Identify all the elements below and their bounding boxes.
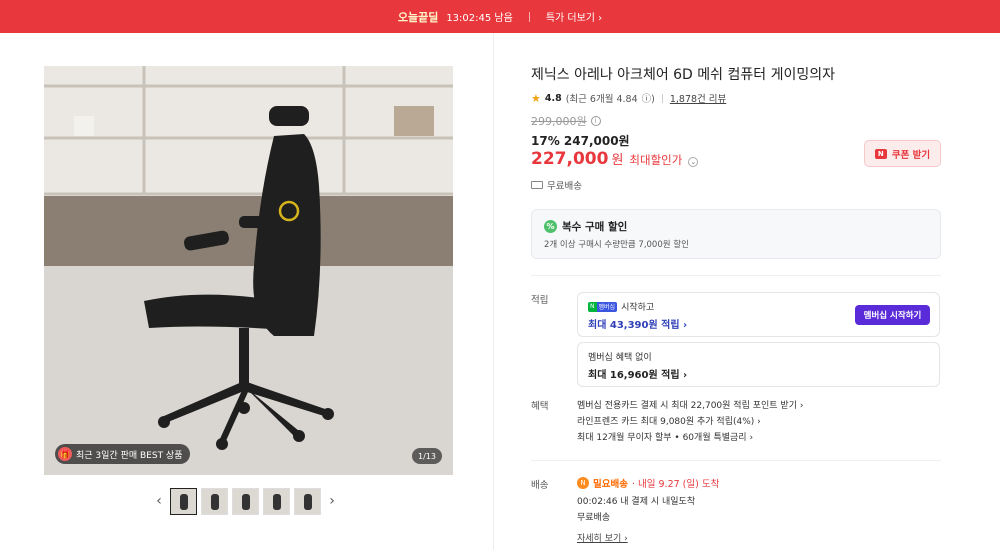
divider xyxy=(528,11,530,22)
final-price-row: 227,000 원 최대할인가 ⌄ xyxy=(531,149,699,169)
chair-photo xyxy=(44,66,453,475)
shipping-free-row: 무료배송 xyxy=(531,178,582,192)
thumbnail-1[interactable] xyxy=(170,487,197,515)
nonmember-max-points-link[interactable]: 최대 16,960원 적립 › xyxy=(588,366,687,381)
benefit-item[interactable]: 라인프렌즈 카드 최대 9,080원 추가 적립(4%) › xyxy=(577,414,761,427)
more-deals-link[interactable]: 특가 더보기 › xyxy=(546,9,602,24)
thumbnail-3[interactable] xyxy=(232,487,259,515)
thumbnail-2[interactable] xyxy=(201,487,228,515)
shipping-free-text: 무료배송 xyxy=(547,181,582,192)
prev-image-button[interactable]: ‹ xyxy=(152,493,166,509)
multi-buy-title: 복수 구매 할인 xyxy=(562,221,628,233)
delivery-cutoff: 00:02:46 내 결제 시 내일도착 xyxy=(577,497,696,507)
star-icon: ★ xyxy=(531,91,541,105)
naver-logo-icon: N xyxy=(874,148,887,159)
badge-text: 최근 3일간 판매 BEST 상품 xyxy=(76,450,183,461)
image-counter: 1/13 xyxy=(412,448,442,464)
rating-score: 4.8 xyxy=(544,92,562,104)
original-price-row: 299,000원 i xyxy=(531,113,601,129)
membership-points-box: N 멤버십 시작하고 최대 43,390원 적립 › 멤버십 시작하기 xyxy=(577,292,940,337)
original-price: 299,000원 xyxy=(531,115,587,128)
divider xyxy=(661,93,663,103)
multi-buy-title-row: % 복수 구매 할인 xyxy=(544,219,627,234)
percent-icon: % xyxy=(544,220,557,233)
next-image-button[interactable]: › xyxy=(325,493,339,509)
main-product-image[interactable] xyxy=(44,66,453,475)
column-divider xyxy=(493,33,494,550)
sale-price: 17% 247,000원 xyxy=(531,134,630,148)
coupon-label: 쿠폰 받기 xyxy=(891,149,931,161)
delivery-type: 밀요배송 xyxy=(593,479,628,490)
product-title: 제닉스 아레나 아크체어 6D 메쉬 컴퓨터 게이밍의자 xyxy=(531,67,835,83)
chevron-down-icon[interactable]: ⌄ xyxy=(688,157,699,167)
info-icon[interactable]: i xyxy=(590,116,601,126)
nonmember-points-box: 멤버십 혜택 없이 최대 16,960원 적립 › xyxy=(577,342,940,387)
benefit-item[interactable]: 최대 12개월 무이자 할부 • 60개월 특별금리 › xyxy=(577,430,753,443)
final-price-unit: 원 xyxy=(611,153,624,168)
deal-timer: 13:02:45 남음 xyxy=(446,13,513,24)
start-membership-button[interactable]: 멤버십 시작하기 xyxy=(855,305,930,325)
membership-max-points-link[interactable]: 최대 43,390원 적립 › xyxy=(588,316,687,331)
membership-start-text: 시작하고 xyxy=(621,303,655,313)
benefit-item[interactable]: 멤버십 전용카드 결제 시 최대 22,700원 적립 포인트 받기 › xyxy=(577,398,803,411)
rating-recent: (최근 6개월 4.84 xyxy=(565,94,638,105)
gift-icon: 🎁 xyxy=(58,447,72,461)
coupon-button[interactable]: N 쿠폰 받기 xyxy=(864,140,941,167)
membership-logo-icon: N 멤버십 xyxy=(588,301,618,312)
delivery-type-row: N 밀요배송 · 내일 9.27 (일) 도착 xyxy=(577,476,719,490)
deal-label: 오늘끝딜 xyxy=(397,10,439,24)
thumbnail-5[interactable] xyxy=(294,487,321,515)
nonmember-text: 멤버십 혜택 없이 xyxy=(588,353,652,363)
multi-buy-desc: 2개 이상 구매시 수량만큼 7,000원 할인 xyxy=(544,240,689,250)
delivery-details-link[interactable]: 자세히 보기 › xyxy=(577,531,628,544)
membership-start-row: N 멤버십 시작하고 xyxy=(588,300,654,313)
thumbnail-strip: ‹ › xyxy=(152,486,339,516)
delivery-badge-icon: N xyxy=(577,477,589,489)
promo-bar: 오늘끝딜 13:02:45 남음 특가 더보기 › xyxy=(0,0,1000,33)
reviews-link[interactable]: 1,878건 리뷰 xyxy=(670,91,726,105)
multi-buy-discount-box: % 복수 구매 할인 2개 이상 구매시 수량만큼 7,000원 할인 xyxy=(531,209,941,259)
rating-info-icon[interactable]: ⓘ) xyxy=(642,91,655,105)
divider xyxy=(531,460,941,461)
delivery-free: 무료배송 xyxy=(577,513,611,523)
benefits-label: 혜택 xyxy=(531,401,549,412)
truck-icon xyxy=(531,181,543,189)
delivery-label: 배송 xyxy=(531,480,549,491)
divider xyxy=(531,275,941,276)
rating-row: ★ 4.8 (최근 6개월 4.84 ⓘ) 1,878건 리뷰 xyxy=(531,91,726,106)
thumbnail-4[interactable] xyxy=(263,487,290,515)
best-seller-badge: 🎁 최근 3일간 판매 BEST 상품 xyxy=(55,444,191,464)
final-price: 227,000 xyxy=(531,149,609,169)
points-label: 적립 xyxy=(531,295,549,306)
max-discount-label[interactable]: 최대할인가 xyxy=(629,152,682,168)
delivery-eta: · 내일 9.27 (일) 도착 xyxy=(631,479,720,490)
